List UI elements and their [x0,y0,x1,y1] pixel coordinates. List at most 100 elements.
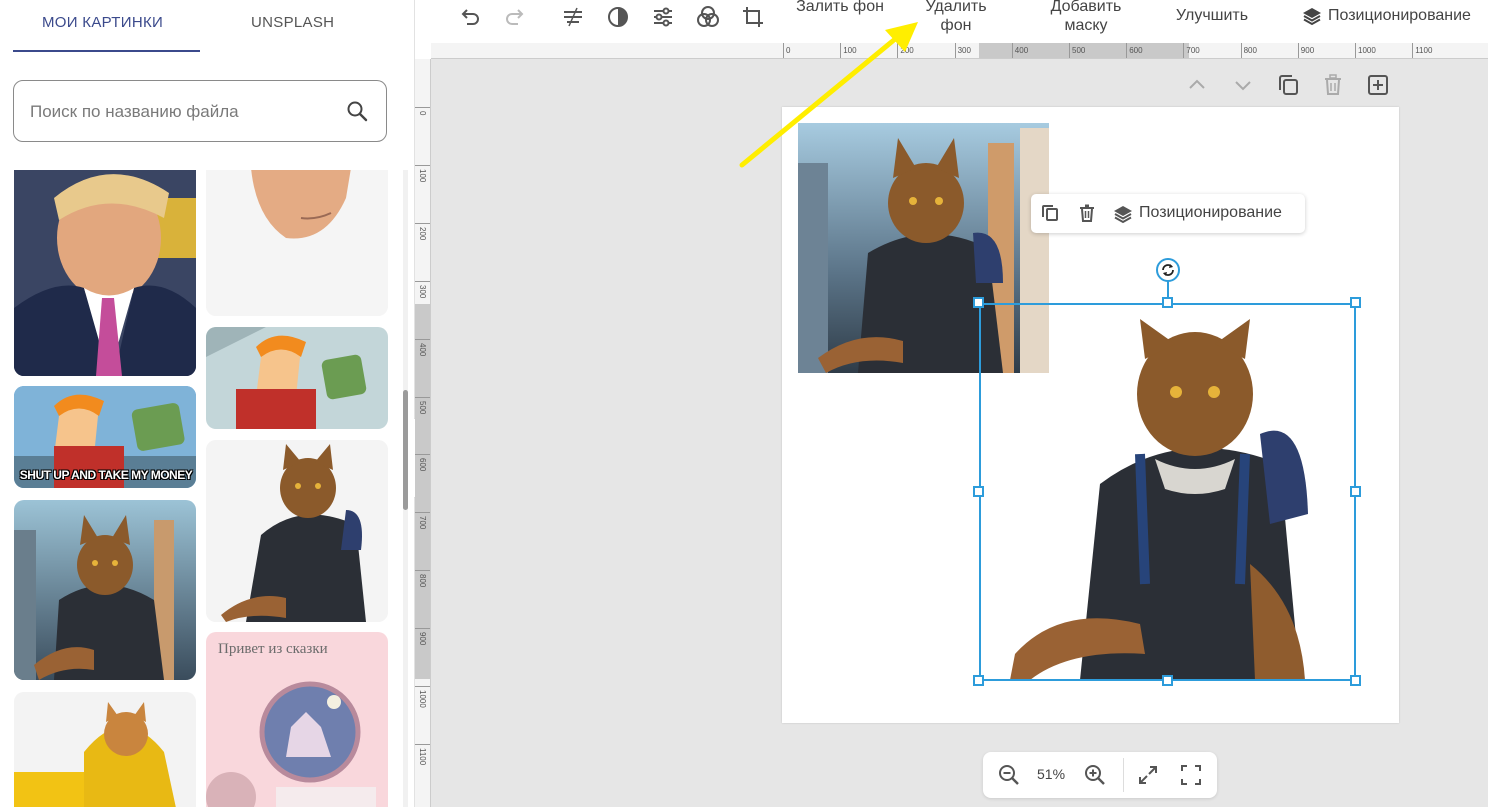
ruler-tick-label: 1100 [1415,46,1433,55]
contrast-icon[interactable] [605,4,631,30]
ruler-tick [415,107,430,108]
ruler-tick [415,164,430,166]
layers-icon [1302,6,1322,31]
resize-handle-sw[interactable] [973,675,984,686]
ruler-tick [1355,43,1356,58]
fullscreen-icon[interactable] [1179,763,1203,792]
image-thumb-fry-cutout[interactable] [206,327,388,429]
ruler-tick [1011,43,1013,58]
resize-handle-s[interactable] [1162,675,1173,686]
ruler-tick [415,222,430,224]
resize-handle-n[interactable] [1162,297,1173,308]
ruler-horizontal: 0 100 200 300 400 500 600 700 800 900 1000 1100 [431,43,1488,59]
undo-icon[interactable] [457,4,483,30]
search-input[interactable] [30,95,330,129]
ruler-tick-label: 1100 [418,747,427,766]
image-thumb-greeting-card[interactable]: Привет из сказки [206,632,388,807]
fit-to-screen-icon[interactable] [1136,763,1160,792]
ruler-tick [415,338,430,340]
chevron-up-icon[interactable] [1186,74,1208,101]
improve-button[interactable]: Улучшить [1166,6,1258,25]
tab-unsplash[interactable]: UNSPLASH [251,14,334,31]
resize-handle-nw[interactable] [973,297,984,308]
ruler-tick [1240,43,1242,58]
context-positioning-button[interactable]: Позиционирование [1139,204,1282,222]
ruler-tick [1297,43,1299,58]
rotate-icon[interactable] [1156,258,1180,282]
resize-handle-w[interactable] [973,486,984,497]
ruler-tick-label: 900 [418,632,427,646]
ruler-tick-label: 100 [418,168,427,183]
resize-handle-se[interactable] [1350,675,1361,686]
ruler-tick-label: 700 [418,516,427,530]
image-thumb-fry-meme[interactable]: SHUT UP AND TAKE MY MONEY [14,386,196,488]
trash-icon[interactable] [1321,73,1345,102]
meme-caption: SHUT UP AND TAKE MY MONEY [19,468,193,482]
ruler-tick-label: 1000 [418,690,427,708]
tab-my-images[interactable]: МОИ КАРТИНКИ [42,14,163,31]
ruler-tick [415,570,430,572]
ruler-tick [415,454,430,456]
selection-box [979,303,1356,681]
search-box[interactable] [13,80,387,142]
ruler-tick-label: 800 [1243,46,1257,55]
ruler-tick-label: 500 [418,400,427,414]
ruler-tick [1183,43,1185,58]
ruler-tick [1412,43,1414,58]
ruler-tick-label: 800 [418,574,427,588]
ruler-tick [415,396,430,398]
zoom-out-icon[interactable] [997,763,1021,792]
image-thumb-cat-cutout[interactable] [206,440,388,622]
image-thumb-politician[interactable] [14,170,196,376]
resize-handle-ne[interactable] [1350,297,1361,308]
ruler-tick [415,743,430,745]
ruler-tick-label: 600 [1129,46,1143,55]
zoom-level: 51% [1037,766,1066,782]
ruler-tick [415,628,430,630]
annotation-arrow-icon [739,22,918,168]
card-title: Привет из сказки [218,641,328,657]
divider [1123,758,1124,792]
image-thumb-face-cutout[interactable] [206,170,388,316]
ruler-tick-label: 600 [418,458,427,472]
active-tab-indicator [13,50,200,52]
duplicate-icon[interactable] [1276,73,1300,102]
context-toolbar: Позиционирование [1031,194,1305,233]
ruler-tick-label: 0 [418,111,427,116]
gallery-scrollbar-thumb[interactable] [403,390,408,510]
resize-handle-e[interactable] [1350,486,1361,497]
ruler-tick-label: 1000 [1358,46,1376,55]
sidebar: МОИ КАРТИНКИ UNSPLASH Поиск по названию … [0,0,415,807]
ruler-tick-label: 500 [1072,46,1086,55]
image-thumb-cat-city[interactable] [14,500,196,680]
add-mask-button[interactable]: Добавить маску [1036,0,1136,35]
image-thumb-cat-yellow[interactable] [14,692,196,807]
zoom-controls: 51% [983,752,1217,798]
ruler-vertical: 0 100 200 300 400 500 600 700 800 900 1000 1100 [415,59,431,807]
ruler-tick [415,280,430,282]
ruler-tick [415,686,430,687]
chevron-down-icon[interactable] [1232,74,1254,101]
ruler-tick [1069,43,1070,58]
positioning-label: Позиционирование [1328,7,1471,24]
duplicate-icon[interactable] [1040,203,1060,228]
ruler-tick-label: 200 [418,226,427,241]
toolbar: Залить фон Удалить фон Добавить маску Ул… [416,0,1488,43]
zoom-in-icon[interactable] [1083,763,1107,792]
adjustments-icon[interactable] [650,4,676,30]
trash-icon[interactable] [1077,203,1097,228]
blend-icon[interactable] [695,4,721,30]
layers-icon [1113,204,1133,229]
ruler-selection-highlight [415,304,430,679]
ruler-tick-label: 400 [418,342,427,356]
ruler-tick-label: 400 [1014,46,1029,55]
ruler-tick-label: 700 [1186,46,1200,55]
ruler-tick-label: 300 [957,46,971,55]
search-icon[interactable] [345,99,369,128]
ruler-tick [954,43,956,58]
align-icon[interactable] [560,4,586,30]
add-page-icon[interactable] [1366,73,1390,102]
ruler-tick-label: 300 [418,284,427,299]
ruler-tick [415,512,430,514]
redo-icon[interactable] [502,4,528,30]
